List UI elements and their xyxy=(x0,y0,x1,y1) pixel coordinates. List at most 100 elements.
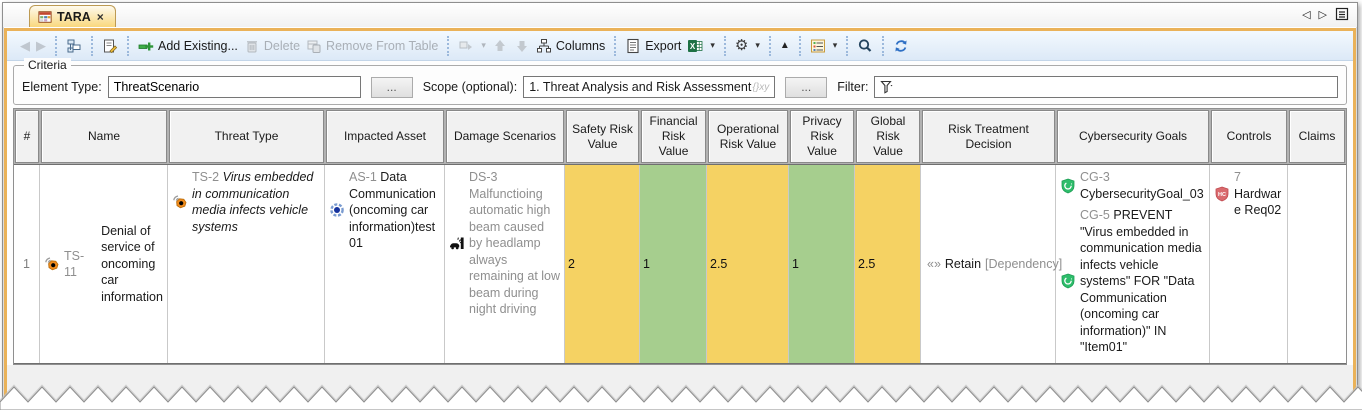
element-type-input[interactable] xyxy=(108,76,361,98)
columns-label: Columns xyxy=(556,39,605,53)
col-header-financial-risk[interactable]: Financial Risk Value xyxy=(641,110,706,163)
cell-privacy-risk[interactable]: 1 xyxy=(789,165,855,363)
svg-text:X: X xyxy=(690,42,696,51)
criteria-section: Criteria Element Type: ... Scope (option… xyxy=(7,61,1353,108)
content-area: ◀ ▶ xyxy=(4,28,1356,409)
element-type-label: Element Type: xyxy=(22,80,102,94)
col-header-controls[interactable]: Controls xyxy=(1211,110,1287,163)
table-row[interactable]: 1 TS-11 Denial of service of oncoming ca… xyxy=(14,164,1346,364)
add-existing-icon xyxy=(138,38,154,54)
cell-global-risk[interactable]: 2.5 xyxy=(855,165,921,363)
options-dropdown-icon[interactable]: ▾ xyxy=(755,40,760,51)
cell-num[interactable]: 1 xyxy=(14,165,40,363)
col-header-privacy-risk[interactable]: Privacy Risk Value xyxy=(790,110,854,163)
col-header-claims[interactable]: Claims xyxy=(1289,110,1345,163)
back-icon[interactable]: ◀ xyxy=(20,38,30,54)
col-header-threat-type[interactable]: Threat Type xyxy=(169,110,324,163)
display-mode-icon[interactable] xyxy=(810,38,826,54)
scope-value: 1. Threat Analysis and Risk Assessment xyxy=(529,80,751,94)
name-text: Denial of service of oncoming car inform… xyxy=(101,223,163,306)
asset-id: AS-1 xyxy=(349,170,377,184)
add-existing-button[interactable]: Add Existing... xyxy=(138,38,238,54)
name-id: TS-11 xyxy=(64,248,97,281)
threat-scenario-icon xyxy=(44,256,60,272)
refresh-icon[interactable] xyxy=(893,38,909,54)
cell-cybersecurity-goals[interactable]: CG-3 CybersecurityGoal_03 CG-5 PREVENT "… xyxy=(1056,165,1210,363)
tab-scroll-right-icon[interactable]: ▷ xyxy=(1319,8,1327,21)
element-type-browse-button[interactable]: ... xyxy=(371,77,413,98)
col-header-damage-scenarios[interactable]: Damage Scenarios xyxy=(446,110,564,163)
goal1-id: CG-3 xyxy=(1080,170,1110,184)
export-button[interactable]: Export xyxy=(625,38,681,54)
col-header-operational-risk[interactable]: Operational Risk Value xyxy=(708,110,788,163)
nest-rows-icon[interactable] xyxy=(458,38,474,54)
rtd-value: Retain xyxy=(945,256,981,273)
export-dropdown-icon[interactable]: ▾ xyxy=(710,40,715,51)
export-doc-icon xyxy=(625,38,641,54)
tab-list-icon[interactable] xyxy=(1335,7,1349,21)
table-icon xyxy=(38,10,52,24)
cell-risk-treatment[interactable]: «» Retain [Dependency] xyxy=(921,165,1056,363)
nest-rows-dropdown-icon[interactable]: ▾ xyxy=(481,40,486,51)
tara-table: # Name Threat Type Impacted Asset Damage… xyxy=(13,108,1347,365)
cell-damage-scenarios[interactable]: DS-3 Malfunctioing automatic high beam c… xyxy=(445,165,565,363)
control-text: Hardware Req02 xyxy=(1234,187,1281,218)
goal2-id: CG-5 xyxy=(1080,208,1110,222)
containment-tree-icon[interactable] xyxy=(66,38,82,54)
excel-icon[interactable]: X xyxy=(687,38,703,54)
scope-browse-button[interactable]: ... xyxy=(785,77,827,98)
options-gear-icon[interactable]: ⚙ xyxy=(735,38,748,53)
rtd-qualifier: [Dependency] xyxy=(985,256,1062,273)
columns-button[interactable]: Columns xyxy=(536,38,605,54)
tab-tara[interactable]: TARA × xyxy=(29,5,116,27)
col-header-global-risk[interactable]: Global Risk Value xyxy=(856,110,920,163)
damage-text: Malfunctioing automatic high beam caused… xyxy=(469,187,560,317)
add-existing-label: Add Existing... xyxy=(158,39,238,53)
filter-value[interactable] xyxy=(899,77,1332,97)
goal1-text: CybersecurityGoal_03 xyxy=(1080,187,1204,201)
filter-funnel-icon[interactable] xyxy=(880,80,895,94)
cell-claims[interactable] xyxy=(1288,165,1346,363)
cell-controls[interactable]: HC 7 Hardware Req02 xyxy=(1210,165,1288,363)
col-header-cybersecurity-goals[interactable]: Cybersecurity Goals xyxy=(1057,110,1209,163)
damage-crash-icon xyxy=(449,235,465,251)
tab-close-icon[interactable]: × xyxy=(96,10,105,24)
display-mode-dropdown-icon[interactable]: ▾ xyxy=(833,40,838,51)
col-header-impacted-asset[interactable]: Impacted Asset xyxy=(326,110,444,163)
threat-id: TS-2 xyxy=(192,170,219,184)
forward-icon[interactable]: ▶ xyxy=(36,38,46,54)
tab-scroll-left-icon[interactable]: ◁ xyxy=(1302,8,1310,21)
scope-label: Scope (optional): xyxy=(423,80,518,94)
delete-button[interactable]: Delete xyxy=(244,38,300,54)
goal2-text: PREVENT "Virus embedded in communication… xyxy=(1080,208,1202,354)
specification-icon[interactable] xyxy=(102,38,118,54)
damage-id: DS-3 xyxy=(469,170,497,184)
cell-operational-risk[interactable]: 2.5 xyxy=(707,165,789,363)
filter-input[interactable] xyxy=(874,76,1338,98)
cell-threat-type[interactable]: TS-2 Virus embedded in communication med… xyxy=(168,165,325,363)
col-header-num[interactable]: # xyxy=(15,110,39,163)
dependency-guillemets: «» xyxy=(927,256,941,273)
move-down-icon[interactable] xyxy=(514,38,530,54)
col-header-safety-risk[interactable]: Safety Risk Value xyxy=(566,110,639,163)
col-header-risk-treatment[interactable]: Risk Treatment Decision xyxy=(922,110,1055,163)
remove-from-table-label: Remove From Table xyxy=(326,39,438,53)
cell-impacted-asset[interactable]: AS-1 Data Communication (oncoming car in… xyxy=(325,165,445,363)
delete-icon xyxy=(244,38,260,54)
delete-label: Delete xyxy=(264,39,300,53)
expression-icon: {}xy xyxy=(753,82,770,93)
tara-window: TARA × ◁ ▷ ◀ ▶ xyxy=(2,2,1358,410)
remove-from-table-button[interactable]: Remove From Table xyxy=(306,38,438,54)
element-type-value[interactable] xyxy=(114,77,355,97)
cell-name[interactable]: TS-11 Denial of service of oncoming car … xyxy=(40,165,168,363)
remove-from-table-icon xyxy=(306,38,322,54)
search-icon[interactable] xyxy=(857,38,873,54)
move-up-icon[interactable] xyxy=(492,38,508,54)
scope-input[interactable]: 1. Threat Analysis and Risk Assessment {… xyxy=(523,76,775,98)
svg-text:HC: HC xyxy=(1218,192,1226,198)
collapse-criteria-icon[interactable]: ▲ xyxy=(780,40,790,51)
cell-safety-risk[interactable]: 2 xyxy=(565,165,640,363)
col-header-name[interactable]: Name xyxy=(41,110,167,163)
tab-title: TARA xyxy=(57,10,91,24)
cell-financial-risk[interactable]: 1 xyxy=(640,165,707,363)
